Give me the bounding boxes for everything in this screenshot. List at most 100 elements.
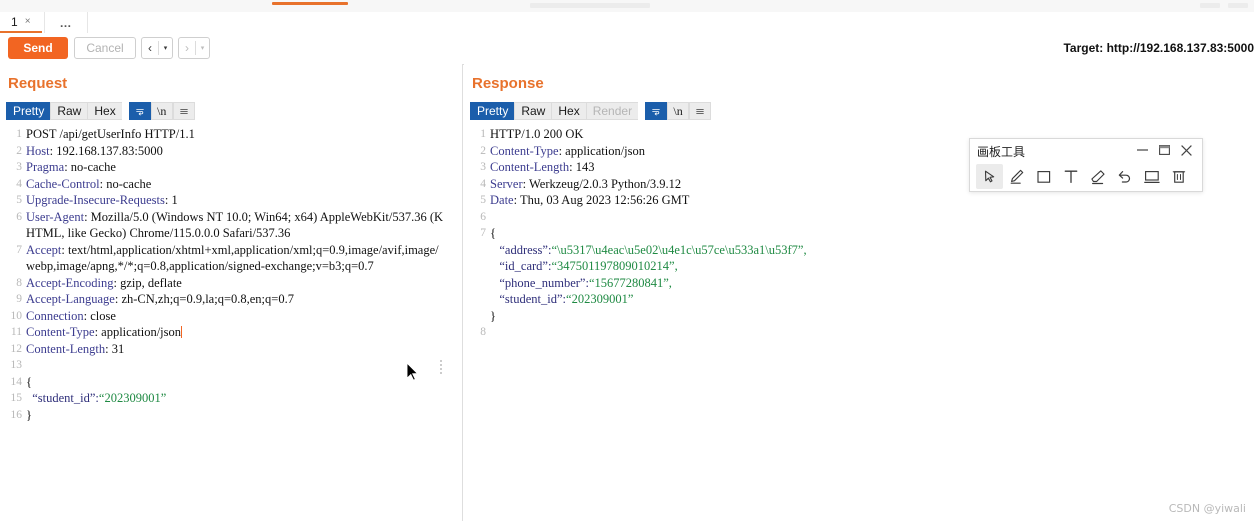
- paint-tools-title: 画板工具: [977, 145, 1026, 159]
- undo-icon[interactable]: [1111, 164, 1138, 189]
- pen-icon[interactable]: [1003, 164, 1030, 189]
- code-line: 6 User-Agent: Mozilla/5.0 (Windows NT 10.…: [0, 209, 462, 242]
- code-line: 16}: [0, 407, 462, 424]
- send-button[interactable]: Send: [8, 37, 68, 59]
- response-tab-pretty[interactable]: Pretty: [470, 102, 515, 120]
- line-number: 1: [16, 128, 22, 140]
- code-text: POST /api/getUserInfo HTTP/1.1: [26, 127, 195, 141]
- chevron-right-icon[interactable]: ›: [179, 38, 195, 58]
- request-tab-pretty[interactable]: Pretty: [6, 102, 51, 120]
- repeater-tab-more[interactable]: …: [44, 12, 88, 33]
- request-tab-hex[interactable]: Hex: [87, 102, 122, 120]
- hamburger-menu-icon[interactable]: [172, 102, 195, 120]
- line-number: 11: [10, 326, 22, 338]
- code-text: }: [26, 407, 32, 422]
- code-text: Cache-Control: no-cache: [26, 176, 152, 191]
- code-text: {: [26, 374, 32, 389]
- line-number: 1: [480, 128, 486, 140]
- cursor-select-icon[interactable]: [976, 164, 1003, 189]
- code-text: Content-Length: 143: [490, 160, 595, 174]
- screen-icon[interactable]: [1138, 164, 1165, 189]
- hamburger-menu-icon[interactable]: [689, 102, 712, 120]
- line-number: 2: [480, 144, 486, 157]
- repeater-tab-1[interactable]: 1 ×: [0, 12, 42, 33]
- line-number: 5: [480, 194, 486, 206]
- code-text: Server: Werkzeug/2.0.3 Python/3.9.12: [490, 176, 682, 191]
- line-number: 8: [16, 276, 22, 289]
- code-line: “student_id”:“202309001”: [464, 291, 1254, 308]
- target-label: Target: http://192.168.137.83:5000: [1063, 41, 1254, 55]
- code-line: “id_card”:“347501197809010214”,: [464, 258, 1254, 275]
- maximize-icon[interactable]: [1154, 142, 1174, 158]
- line-number: 6: [16, 210, 22, 223]
- history-forward-group[interactable]: › ▾: [178, 37, 210, 59]
- repeater-tab-1-label: 1: [11, 14, 18, 29]
- code-text: Content-Type: application/json: [26, 325, 183, 339]
- newline-icon-label: \n: [673, 103, 683, 118]
- history-back-group[interactable]: ‹ ▾: [141, 37, 173, 59]
- trash-icon[interactable]: [1165, 164, 1192, 189]
- code-text: Connection: close: [26, 308, 116, 323]
- code-line: 5 Date: Thu, 03 Aug 2023 12:56:26 GMT: [464, 192, 1254, 209]
- request-tab-raw[interactable]: Raw: [50, 102, 88, 120]
- code-text: “phone_number”:“15677280841”,: [490, 275, 672, 290]
- code-text: Accept: text/html,application/xhtml+xml,…: [26, 242, 439, 274]
- code-text: HTTP/1.0 200 OK: [490, 127, 584, 141]
- request-pane-title: Request: [8, 75, 68, 92]
- rectangle-icon[interactable]: [1030, 164, 1057, 189]
- code-line: 4 Cache-Control: no-cache: [0, 176, 462, 193]
- response-tab-hex[interactable]: Hex: [551, 102, 586, 120]
- code-text: Accept-Language: zh-CN,zh;q=0.9,la;q=0.8…: [26, 292, 294, 306]
- response-tab-render[interactable]: Render: [585, 102, 639, 120]
- code-text: Upgrade-Insecure-Requests: 1: [26, 193, 178, 207]
- response-pane-title: Response: [472, 75, 544, 92]
- word-wrap-icon[interactable]: [645, 102, 668, 120]
- code-line: 3 Pragma: no-cache: [0, 159, 462, 176]
- paint-tools-window[interactable]: 画板工具: [969, 138, 1203, 192]
- code-text: Pragma: no-cache: [26, 160, 116, 174]
- line-number: 14: [10, 375, 23, 388]
- line-number: 9: [16, 293, 22, 305]
- newline-icon[interactable]: \n: [667, 102, 690, 120]
- code-text: Accept-Encoding: gzip, deflate: [26, 275, 182, 290]
- chevron-left-icon[interactable]: ‹: [142, 38, 158, 58]
- newline-icon[interactable]: \n: [150, 102, 173, 120]
- code-line: 12 Content-Length: 31: [0, 341, 462, 358]
- code-text: Host: 192.168.137.83:5000: [26, 143, 163, 158]
- close-icon[interactable]: [1176, 142, 1196, 158]
- code-line: “address”:“\u5317\u4eac\u5e02\u4e1c\u57c…: [464, 242, 1254, 259]
- word-wrap-icon[interactable]: [128, 102, 151, 120]
- eraser-icon[interactable]: [1084, 164, 1111, 189]
- code-line: 9 Accept-Language: zh-CN,zh;q=0.9,la;q=0.…: [0, 291, 462, 308]
- line-number: 8: [480, 326, 486, 338]
- code-line: 8: [464, 324, 1254, 341]
- code-text: Content-Length: 31: [26, 341, 125, 356]
- code-line: 11 Content-Type: application/json: [0, 324, 462, 341]
- cancel-button[interactable]: Cancel: [74, 37, 136, 59]
- pane-resize-handle[interactable]: [439, 360, 443, 374]
- line-number: 12: [10, 342, 23, 355]
- code-line: }: [464, 308, 1254, 325]
- code-line: 7{: [464, 225, 1254, 242]
- newline-icon-label: \n: [157, 103, 167, 118]
- minimize-icon[interactable]: [1132, 142, 1152, 158]
- code-line: 8 Accept-Encoding: gzip, deflate: [0, 275, 462, 292]
- pane-divider[interactable]: [462, 64, 463, 521]
- close-icon[interactable]: ×: [25, 16, 31, 27]
- text-tool-icon[interactable]: [1057, 164, 1084, 189]
- request-editor[interactable]: 1 POST /api/getUserInfo HTTP/1.1 2 Host: 19…: [0, 126, 462, 521]
- action-bar: Send Cancel ‹ ▾ › ▾ Target: http://192.1…: [0, 33, 1254, 65]
- chevron-down-icon[interactable]: ▾: [196, 44, 209, 52]
- repeater-tab-strip: 1 × …: [0, 12, 1254, 34]
- repeater-tab-more-label: …: [59, 15, 73, 30]
- chevron-down-icon[interactable]: ▾: [159, 44, 172, 52]
- line-number: 7: [16, 243, 22, 256]
- line-number: 4: [480, 177, 486, 190]
- line-number: 16: [10, 408, 23, 421]
- response-tab-raw[interactable]: Raw: [514, 102, 552, 120]
- code-line: 1 POST /api/getUserInfo HTTP/1.1: [0, 126, 462, 143]
- watermark: CSDN @yiwali: [1168, 502, 1246, 515]
